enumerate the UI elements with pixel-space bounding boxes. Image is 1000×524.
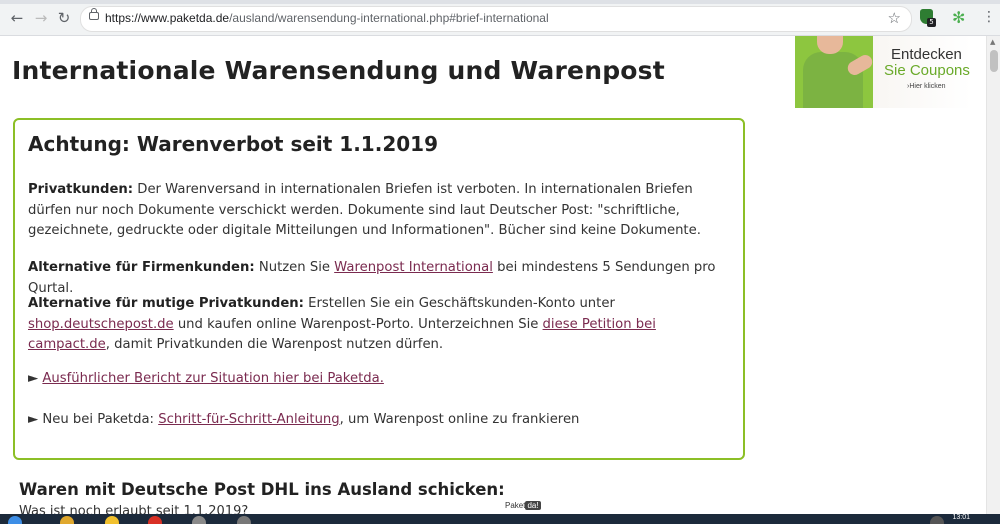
shield-extension-icon[interactable]: 5	[918, 9, 936, 27]
url-domain: https://www.paketda.de	[105, 11, 230, 25]
notice-paragraph-privatkunden: Privatkunden: Der Warenversand in intern…	[28, 180, 733, 242]
browser-toolbar: ← → ↻ https://www.paketda.de/ausland/war…	[0, 0, 1000, 36]
taskbar-clock: 13:01	[952, 514, 970, 521]
guide-pre: Neu bei Paketda:	[38, 412, 159, 427]
chrome-icon[interactable]	[148, 516, 162, 524]
vertical-scrollbar[interactable]: ▲	[986, 36, 1000, 514]
notice-report-line: ► Ausführlicher Bericht zur Situation hi…	[28, 369, 733, 390]
app-icon[interactable]	[192, 516, 206, 524]
scrollbar-thumb[interactable]	[990, 50, 998, 72]
notice-paragraph-firmenkunden: Alternative für Firmenkunden: Nutzen Sie…	[28, 258, 733, 299]
mutige-post: , damit Privatkunden die Warenpost nutze…	[105, 337, 444, 352]
guide-post: , um Warenpost online zu frankieren	[339, 412, 580, 427]
address-bar[interactable]: https://www.paketda.de/ausland/warensend…	[80, 6, 912, 32]
logo-text: Paket	[505, 501, 526, 510]
explorer-icon[interactable]	[60, 516, 74, 524]
ad-link[interactable]: ›Hier klicken	[907, 83, 946, 90]
ad-line-2: Sie Coupons	[884, 62, 970, 79]
reload-icon[interactable]: ↻	[55, 9, 73, 27]
guide-link[interactable]: Schritt-für-Schritt-Anleitung	[158, 412, 339, 427]
page-content: Internationale Warensendung und Warenpos…	[0, 36, 986, 514]
back-arrow-icon[interactable]: ←	[8, 9, 26, 27]
arrow-right-icon: ►	[28, 371, 39, 386]
ad-line-1: Entdecken	[891, 46, 962, 63]
forward-arrow-icon[interactable]: →	[32, 9, 50, 27]
os-taskbar: 13:01	[0, 514, 1000, 524]
logo-box: da!	[525, 501, 541, 510]
firmenkunden-pre: Nutzen Sie	[254, 260, 335, 275]
tray-icon[interactable]	[930, 516, 944, 524]
section-heading: Waren mit Deutsche Post DHL ins Ausland …	[19, 480, 505, 499]
section-intro-text: Was ist noch erlaubt seit 1.1.2019?	[19, 504, 249, 514]
start-icon[interactable]	[8, 516, 22, 524]
firmenkunden-label: Alternative für Firmenkunden:	[28, 260, 255, 275]
mutige-label: Alternative für mutige Privatkunden:	[28, 296, 304, 311]
app-icon[interactable]	[105, 516, 119, 524]
warning-notice-box: Achtung: Warenverbot seit 1.1.2019 Priva…	[13, 118, 745, 460]
leaf-extension-icon[interactable]: ✻	[952, 9, 970, 27]
lock-icon	[89, 8, 99, 20]
report-link[interactable]: Ausführlicher Bericht zur Situation hier…	[42, 371, 384, 386]
mutige-mid: und kaufen online Warenpost-Porto. Unter…	[173, 316, 543, 332]
shop-deutschepost-link[interactable]: shop.deutschepost.de	[28, 317, 174, 332]
page-title: Internationale Warensendung und Warenpos…	[12, 56, 665, 85]
app-icon[interactable]	[237, 516, 251, 524]
notice-heading: Achtung: Warenverbot seit 1.1.2019	[28, 132, 438, 156]
coupon-ad-banner[interactable]: Entdecken Sie Coupons ›Hier klicken	[795, 36, 972, 108]
tab-strip	[0, 0, 1000, 4]
url-path: /ausland/warensendung-international.php#…	[229, 11, 549, 25]
paketda-logo[interactable]: Paket da!	[505, 501, 541, 510]
warenpost-international-link[interactable]: Warenpost International	[334, 260, 493, 275]
mutige-pre: Erstellen Sie ein Geschäftskunden-Konto …	[303, 296, 615, 311]
extension-badge: 5	[927, 18, 936, 27]
menu-dots-icon[interactable]: ⋮	[982, 8, 996, 26]
bookmark-star-icon[interactable]: ☆	[888, 9, 901, 27]
notice-guide-line: ► Neu bei Paketda: Schritt-für-Schritt-A…	[28, 410, 733, 431]
url-text[interactable]: https://www.paketda.de/ausland/warensend…	[105, 11, 549, 25]
privatkunden-label: Privatkunden:	[28, 182, 134, 197]
notice-paragraph-mutige: Alternative für mutige Privatkunden: Ers…	[28, 294, 733, 356]
ad-photo	[795, 36, 875, 108]
arrow-right-icon: ►	[28, 412, 39, 427]
scroll-up-icon[interactable]: ▲	[990, 38, 995, 46]
